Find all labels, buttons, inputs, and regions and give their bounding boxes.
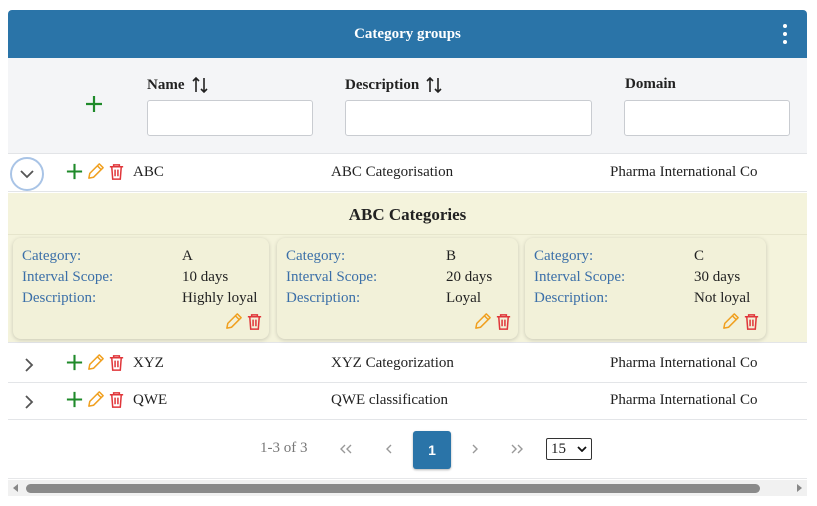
page-size-value: 15 (551, 440, 566, 457)
row-name: QWE (133, 392, 168, 408)
description-column-label: Description (345, 76, 420, 93)
row-description: XYZ Categorization (331, 355, 454, 371)
category-label: Category: (534, 248, 594, 264)
category-label: Category: (286, 248, 346, 264)
row-domain: Pharma International Co (610, 355, 758, 371)
card-actions (224, 312, 264, 331)
chevron-down-icon (20, 169, 34, 178)
collapse-row-button[interactable] (10, 157, 44, 191)
kebab-menu-icon[interactable] (781, 24, 789, 44)
interval-label: Interval Scope: (286, 269, 378, 285)
description-value: Loyal (446, 290, 481, 306)
current-page-button[interactable]: 1 (413, 431, 451, 469)
chevron-right-icon (24, 395, 33, 409)
row-domain: Pharma International Co (610, 392, 758, 408)
expanded-detail-panel: ABC Categories Category: A Interval Scop… (8, 193, 807, 343)
description-column-header: Description (345, 76, 443, 94)
scroll-left-arrow-icon[interactable] (12, 484, 20, 492)
plus-icon[interactable] (65, 162, 84, 181)
chevron-down-icon (577, 446, 587, 452)
category-groups-panel: Category groups Name Description Domain (8, 10, 807, 154)
edit-pencil-icon[interactable] (721, 312, 740, 331)
row-name: XYZ (133, 355, 164, 371)
interval-label: Interval Scope: (22, 269, 114, 285)
last-page-button[interactable] (506, 438, 528, 460)
plus-icon[interactable] (84, 94, 104, 114)
chevron-left-icon (385, 444, 391, 454)
trash-icon[interactable] (107, 162, 126, 181)
panel-title: Category groups (354, 25, 461, 42)
category-card: Category: C Interval Scope: 30 days Desc… (525, 238, 766, 339)
trash-icon[interactable] (494, 312, 513, 331)
horizontal-scrollbar[interactable] (8, 480, 807, 496)
row-description: ABC Categorisation (331, 164, 454, 180)
domain-column-header: Domain (625, 76, 676, 93)
expansion-title: ABC Categories (348, 205, 467, 224)
category-label: Category: (22, 248, 82, 264)
category-card: Category: A Interval Scope: 10 days Desc… (13, 238, 269, 339)
description-label: Description: (534, 290, 609, 306)
name-column-header: Name (147, 76, 209, 94)
row-name: ABC (133, 164, 164, 180)
name-filter-input[interactable] (147, 100, 313, 136)
category-value: B (446, 248, 457, 264)
table-row[interactable]: ABC ABC Categorisation Pharma Internatio… (8, 155, 807, 192)
interval-value: 30 days (694, 269, 741, 285)
plus-icon[interactable] (65, 390, 84, 409)
pagination-bar: 1-3 of 3 1 15 (8, 428, 807, 472)
interval-label: Interval Scope: (534, 269, 626, 285)
edit-pencil-icon[interactable] (86, 390, 105, 409)
domain-filter-input[interactable] (624, 100, 790, 136)
edit-pencil-icon[interactable] (86, 162, 105, 181)
category-card: Category: B Interval Scope: 20 days Desc… (277, 238, 518, 339)
row-actions (65, 162, 126, 181)
table-row[interactable]: XYZ XYZ Categorization Pharma Internatio… (8, 346, 807, 383)
expand-row-button[interactable] (14, 387, 44, 417)
row-description: QWE classification (331, 392, 449, 408)
double-chevron-left-icon (340, 444, 352, 454)
row-domain: Pharma International Co (610, 164, 758, 180)
trash-icon[interactable] (107, 353, 126, 372)
row-actions (65, 353, 126, 372)
chevron-right-icon (24, 358, 33, 372)
row-actions (65, 390, 126, 409)
sort-arrows-icon[interactable] (425, 76, 443, 94)
trash-icon[interactable] (245, 312, 264, 331)
description-label: Description: (286, 290, 361, 306)
divider (8, 234, 807, 235)
scroll-right-arrow-icon[interactable] (795, 484, 803, 492)
description-value: Not loyal (694, 290, 751, 306)
chevron-right-icon (472, 444, 478, 454)
category-value: A (182, 248, 193, 264)
panel-header: Category groups (8, 10, 807, 58)
card-actions (721, 312, 761, 331)
first-page-button[interactable] (335, 438, 357, 460)
page-size-select[interactable]: 15 (546, 438, 592, 460)
scrollbar-thumb[interactable] (26, 484, 760, 493)
plus-icon[interactable] (65, 353, 84, 372)
trash-icon[interactable] (742, 312, 761, 331)
next-page-button[interactable] (464, 438, 486, 460)
sort-arrows-icon[interactable] (191, 76, 209, 94)
interval-value: 10 days (182, 269, 229, 285)
description-filter-input[interactable] (345, 100, 592, 136)
interval-value: 20 days (446, 269, 493, 285)
divider (8, 478, 807, 479)
previous-page-button[interactable] (377, 438, 399, 460)
card-actions (473, 312, 513, 331)
category-value: C (694, 248, 705, 264)
pagination-count: 1-3 of 3 (260, 440, 308, 456)
column-header-row: Name Description Domain (8, 58, 807, 154)
table-row[interactable]: QWE QWE classification Pharma Internatio… (8, 383, 807, 420)
domain-column-label: Domain (625, 76, 676, 92)
description-value: Highly loyal (182, 290, 258, 306)
double-chevron-right-icon (511, 444, 523, 454)
name-column-label: Name (147, 76, 185, 93)
expand-row-button[interactable] (14, 350, 44, 380)
description-label: Description: (22, 290, 97, 306)
trash-icon[interactable] (107, 390, 126, 409)
edit-pencil-icon[interactable] (86, 353, 105, 372)
edit-pencil-icon[interactable] (473, 312, 492, 331)
edit-pencil-icon[interactable] (224, 312, 243, 331)
